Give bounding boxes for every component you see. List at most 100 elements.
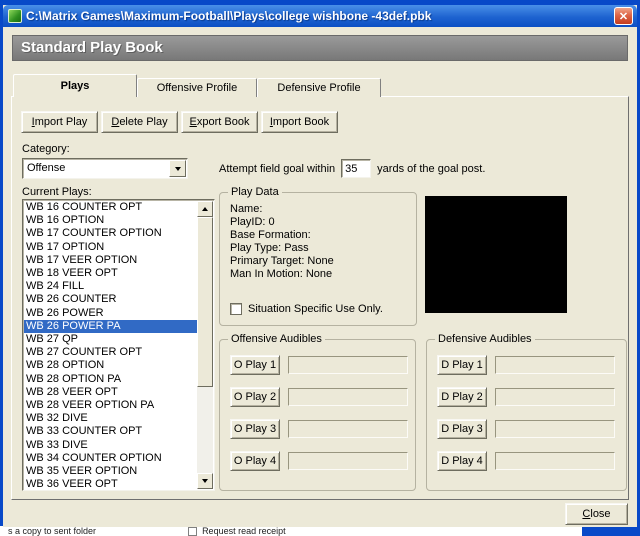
play-list-item[interactable]: WB 17 OPTION bbox=[24, 241, 197, 254]
field-goal-label-after: yards of the goal post. bbox=[377, 162, 486, 175]
category-label: Category: bbox=[22, 143, 70, 155]
defensive-audible-row-1: D Play 1 bbox=[437, 355, 626, 375]
play-list-item[interactable]: WB 17 COUNTER OPTION bbox=[24, 227, 197, 240]
playbook-toolbar: Import Play Delete Play Export Book Impo… bbox=[21, 111, 338, 133]
play-list-item[interactable]: WB 34 COUNTER OPTION bbox=[24, 452, 197, 465]
play-list-item[interactable]: WB 28 OPTION bbox=[24, 359, 197, 372]
play-data-line: PlayID: 0 bbox=[230, 216, 275, 228]
play-data-line: Name: bbox=[230, 203, 263, 215]
background-window-strip: s a copy to sent folder Request read rec… bbox=[0, 526, 582, 536]
category-dropdown[interactable]: Offense bbox=[22, 158, 188, 179]
play-preview-area bbox=[425, 196, 567, 313]
plays-list-items: WB 16 COUNTER OPT WB 16 OPTION WB 17 COUNT… bbox=[24, 201, 197, 489]
tab-defensive-profile[interactable]: Defensive Profile bbox=[257, 78, 381, 97]
offensive-audible-field-2[interactable] bbox=[288, 388, 408, 406]
play-list-item[interactable]: WB 24 FILL bbox=[24, 280, 197, 293]
offensive-audible-button-1[interactable]: O Play 1 bbox=[230, 355, 280, 375]
defensive-audible-button-3[interactable]: D Play 3 bbox=[437, 419, 487, 439]
field-goal-yards-input[interactable] bbox=[341, 159, 372, 178]
defensive-audible-button-1[interactable]: D Play 1 bbox=[437, 355, 487, 375]
offensive-audible-row-1: O Play 1 bbox=[230, 355, 415, 375]
play-list-item[interactable]: WB 26 POWER PA bbox=[24, 319, 197, 334]
play-data-line: Man In Motion: None bbox=[230, 268, 333, 280]
play-data-line: Play Type: Pass bbox=[230, 242, 309, 254]
play-list-item[interactable]: WB 28 VEER OPTION PA bbox=[24, 399, 197, 412]
close-dialog-button[interactable]: Close bbox=[565, 503, 628, 525]
field-goal-setting: Attempt field goal within yards of the g… bbox=[219, 159, 485, 178]
titlebar[interactable]: C:\Matrix Games\Maximum-Football\Plays\c… bbox=[3, 5, 637, 27]
playbook-window: C:\Matrix Games\Maximum-Football\Plays\c… bbox=[3, 5, 637, 527]
app-icon bbox=[8, 9, 22, 23]
offensive-audible-field-4[interactable] bbox=[288, 452, 408, 470]
background-checkbox bbox=[188, 526, 198, 536]
play-data-group-title: Play Data bbox=[228, 186, 282, 198]
scroll-up-button[interactable] bbox=[197, 201, 213, 217]
plays-scrollbar[interactable] bbox=[197, 201, 213, 489]
defensive-audible-button-4[interactable]: D Play 4 bbox=[437, 451, 487, 471]
play-list-item[interactable]: WB 36 VEER OPT bbox=[24, 478, 197, 489]
defensive-audible-button-2[interactable]: D Play 2 bbox=[437, 387, 487, 407]
play-data-group: Play Data Name: PlayID: 0 Base Formation: P… bbox=[219, 186, 417, 326]
page-title: Standard Play Book bbox=[21, 39, 163, 56]
defensive-audibles-rows: D Play 1 D Play 2 D Play 3 D Play 4 bbox=[427, 340, 626, 471]
arrow-down-icon bbox=[202, 479, 208, 483]
play-list-item[interactable]: WB 27 QP bbox=[24, 333, 197, 346]
tab-offensive-profile[interactable]: Offensive Profile bbox=[137, 78, 257, 97]
current-plays-label: Current Plays: bbox=[22, 186, 92, 198]
situation-specific-checkbox[interactable] bbox=[230, 303, 242, 315]
category-selected-value: Offense bbox=[27, 162, 66, 174]
offensive-audible-field-1[interactable] bbox=[288, 356, 408, 374]
situation-specific-label: Situation Specific Use Only. bbox=[248, 303, 383, 315]
tab-bar: Plays Offensive Profile Defensive Profil… bbox=[13, 74, 381, 97]
offensive-audible-row-3: O Play 3 bbox=[230, 419, 415, 439]
offensive-audible-field-3[interactable] bbox=[288, 420, 408, 438]
tab-plays[interactable]: Plays bbox=[13, 74, 137, 97]
export-book-button[interactable]: Export Book bbox=[181, 111, 258, 133]
defensive-audible-row-2: D Play 2 bbox=[437, 387, 626, 407]
offensive-audible-button-3[interactable]: O Play 3 bbox=[230, 419, 280, 439]
play-list-item[interactable]: WB 16 COUNTER OPT bbox=[24, 201, 197, 214]
play-list-item[interactable]: WB 35 VEER OPTION bbox=[24, 465, 197, 478]
play-list-item[interactable]: WB 33 COUNTER OPT bbox=[24, 425, 197, 438]
play-list-item[interactable]: WB 27 COUNTER OPT bbox=[24, 346, 197, 359]
offensive-audible-button-4[interactable]: O Play 4 bbox=[230, 451, 280, 471]
import-play-button[interactable]: Import Play bbox=[21, 111, 98, 133]
chevron-down-icon bbox=[174, 166, 181, 171]
background-text-left: s a copy to sent folder bbox=[8, 526, 97, 536]
play-data-fields: Name: PlayID: 0 Base Formation: Play Type: … bbox=[220, 193, 416, 281]
offensive-audible-row-2: O Play 2 bbox=[230, 387, 415, 407]
play-data-line: Base Formation: bbox=[230, 229, 311, 241]
situation-specific-row: Situation Specific Use Only. bbox=[230, 303, 383, 315]
scrollbar-thumb[interactable] bbox=[197, 217, 213, 387]
plays-tab-panel: Import Play Delete Play Export Book Impo… bbox=[11, 96, 629, 500]
play-list-item[interactable]: WB 16 OPTION bbox=[24, 214, 197, 227]
defensive-audible-field-3[interactable] bbox=[495, 420, 615, 438]
desktop: s a copy to sent folder Request read rec… bbox=[0, 0, 640, 536]
play-list-item[interactable]: WB 32 DIVE bbox=[24, 412, 197, 425]
offensive-audible-button-2[interactable]: O Play 2 bbox=[230, 387, 280, 407]
play-list-item[interactable]: WB 26 COUNTER bbox=[24, 293, 197, 306]
plays-listbox[interactable]: WB 16 COUNTER OPT WB 16 OPTION WB 17 COUNT… bbox=[22, 199, 215, 491]
play-list-item[interactable]: WB 33 DIVE bbox=[24, 439, 197, 452]
play-list-item[interactable]: WB 28 OPTION PA bbox=[24, 373, 197, 386]
dropdown-arrow-button[interactable] bbox=[169, 160, 186, 177]
scroll-down-button[interactable] bbox=[197, 473, 213, 489]
defensive-audible-field-4[interactable] bbox=[495, 452, 615, 470]
import-book-button[interactable]: Import Book bbox=[261, 111, 338, 133]
background-text-right: Request read receipt bbox=[202, 526, 286, 536]
play-list-item[interactable]: WB 26 POWER bbox=[24, 307, 197, 320]
close-icon: ✕ bbox=[618, 10, 629, 23]
delete-play-button[interactable]: Delete Play bbox=[101, 111, 178, 133]
arrow-up-icon bbox=[202, 207, 208, 211]
offensive-audibles-rows: O Play 1 O Play 2 O Play 3 O Play 4 bbox=[220, 340, 415, 471]
play-list-item[interactable]: WB 28 VEER OPT bbox=[24, 386, 197, 399]
offensive-audible-row-4: O Play 4 bbox=[230, 451, 415, 471]
close-window-button[interactable]: ✕ bbox=[614, 7, 633, 25]
play-list-item[interactable]: WB 17 VEER OPTION bbox=[24, 254, 197, 267]
defensive-audible-field-2[interactable] bbox=[495, 388, 615, 406]
play-list-item[interactable]: WB 18 VEER OPT bbox=[24, 267, 197, 280]
defensive-audible-row-4: D Play 4 bbox=[437, 451, 626, 471]
defensive-audibles-group: Defensive Audibles D Play 1D Play 2D Pla… bbox=[426, 333, 627, 491]
defensive-audible-field-1[interactable] bbox=[495, 356, 615, 374]
defensive-audibles-title: Defensive Audibles bbox=[435, 333, 535, 345]
